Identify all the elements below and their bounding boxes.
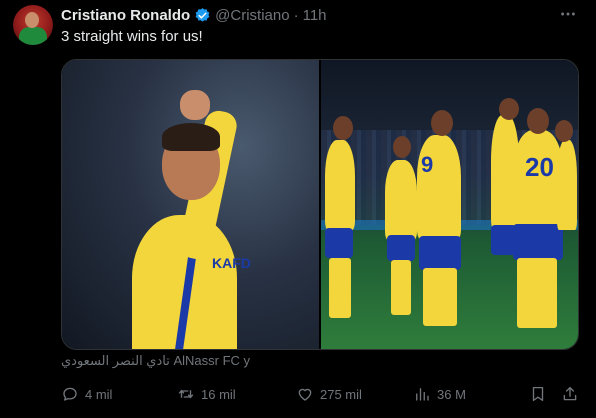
share-button[interactable] [561,381,579,407]
heart-icon [298,388,312,401]
repost-button[interactable]: 16 mil [177,381,236,407]
tweet-text: 3 straight wins for us! [61,28,203,45]
more-dots-icon[interactable] [558,4,578,24]
player-5-legs [517,258,557,328]
tweet-header: Cristiano Ronaldo @Cristiano · 11h [61,5,327,25]
player-6 [557,140,577,230]
reply-icon [63,387,77,401]
bookmark-icon [532,386,544,402]
player-3-legs [423,268,457,326]
player-5-head [527,108,549,134]
repost-count: 16 mil [201,386,236,402]
player-3 [417,135,461,240]
views-button[interactable]: 36 M [413,381,466,407]
avatar-head [25,12,39,28]
jersey-sponsor: KAFD [212,255,251,271]
media-tag-caption[interactable]: تادي النصر السعودي AlNassr FC y [61,353,250,369]
like-count: 275 mil [320,386,362,402]
like-button[interactable]: 275 mil [296,381,362,407]
player-hair [162,123,220,151]
view-count: 36 M [437,386,466,402]
player-1 [325,140,355,230]
player-2-head [393,136,411,158]
avatar[interactable] [13,5,53,45]
player-2-shorts [387,235,415,261]
avatar-shirt [19,27,47,45]
separator-dot: · [293,6,299,24]
share-icon [563,386,577,401]
author-name[interactable]: Cristiano Ronaldo [61,7,190,24]
player-1-legs [329,258,351,318]
action-bar: 4 mil 16 mil 275 mil 36 M [61,381,581,407]
reply-button[interactable]: 4 mil [61,381,112,407]
player-3-number: 9 [421,152,434,177]
player-3-shorts [419,236,461,270]
photo-team-celebration[interactable]: 9 18 20 [321,60,578,349]
timestamp[interactable]: 11h [303,7,327,24]
player-1-shorts [325,228,353,258]
verified-badge-icon[interactable] [194,7,211,24]
player-2-legs [391,260,411,315]
player-1-head [333,116,353,140]
author-handle[interactable]: @Cristiano [215,7,289,24]
player-2 [385,160,417,240]
player-6-head [555,120,573,142]
repost-icon [178,389,194,399]
views-chart-icon [416,388,429,401]
player-5-shorts [513,224,563,260]
tweet[interactable]: Cristiano Ronaldo @Cristiano · 11h 3 str… [0,0,596,418]
bookmark-button[interactable] [529,381,547,407]
photo-celebration[interactable]: KAFD [62,60,319,349]
player-3-head [431,110,453,136]
fist [180,90,210,120]
media-grid: KAFD 9 18 20 [61,59,579,350]
player-4-head [499,98,519,120]
player-5-number: 20 [525,152,554,182]
reply-count: 4 mil [85,386,113,402]
